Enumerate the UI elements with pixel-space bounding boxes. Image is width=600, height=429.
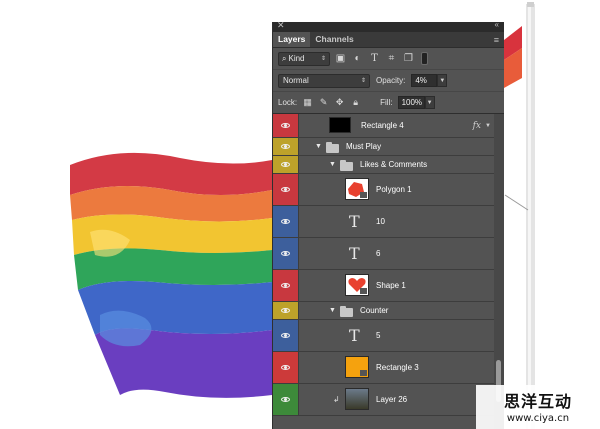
watermark: 思洋互动 www.ciya.cn	[476, 385, 600, 429]
layer-row-shape-1[interactable]: Shape 1	[273, 270, 495, 302]
layer-row-must-play[interactable]: ▼ Must Play	[273, 138, 495, 156]
layer-thumbnail	[329, 117, 351, 133]
type-layer-filter-icon[interactable]: T	[368, 52, 381, 65]
watermark-title: 思洋互动	[503, 392, 572, 411]
layer-row-likes-comments[interactable]: ▼ Likes & Comments	[273, 156, 495, 174]
expand-triangle-icon[interactable]: ▼	[329, 307, 336, 314]
folder-icon	[340, 306, 353, 317]
layer-row-text-10[interactable]: T 10	[273, 206, 495, 238]
layer-name[interactable]: 10	[376, 217, 385, 226]
visibility-eye-icon[interactable]	[273, 270, 299, 301]
pixel-layer-filter-icon[interactable]: ▣	[334, 52, 347, 65]
layer-row-text-6[interactable]: T 6	[273, 238, 495, 270]
layer-name[interactable]: Rectangle 4	[361, 121, 404, 130]
tab-channels[interactable]: Channels	[310, 32, 358, 47]
layer-thumbnail	[345, 178, 369, 200]
text-layer-icon: T	[349, 326, 360, 345]
visibility-eye-icon[interactable]	[273, 206, 299, 237]
tab-layers[interactable]: Layers	[273, 32, 311, 47]
layer-name[interactable]: 5	[376, 331, 380, 340]
text-layer-icon: T	[349, 244, 360, 263]
layers-scrollbar[interactable]	[494, 114, 504, 429]
chevron-down-icon[interactable]: ▼	[437, 74, 448, 87]
visibility-eye-icon[interactable]	[273, 384, 299, 415]
layer-row-polygon-1[interactable]: Polygon 1	[273, 174, 495, 206]
lock-transparent-pixels-icon[interactable]: ▦	[302, 97, 313, 108]
chevron-down-icon[interactable]: ▼	[485, 123, 491, 129]
chevron-updown-icon: ⇕	[320, 56, 326, 62]
panel-titlebar: ✕ «	[273, 20, 504, 32]
layer-name[interactable]: Polygon 1	[376, 185, 412, 194]
folder-icon	[340, 160, 353, 171]
layer-effects-icon[interactable]: fx	[473, 121, 481, 131]
group-name[interactable]: Must Play	[346, 142, 381, 151]
visibility-eye-icon[interactable]	[273, 174, 299, 205]
filter-kind-select[interactable]: ⌕ Kind ⇕	[278, 51, 330, 66]
layer-row-rectangle-3[interactable]: Rectangle 3	[273, 352, 495, 384]
heart-shape-icon	[348, 278, 367, 294]
expand-triangle-icon[interactable]: ▼	[315, 143, 322, 150]
group-name[interactable]: Counter	[360, 306, 388, 315]
search-icon: ⌕	[282, 53, 287, 63]
text-layer-icon: T	[349, 212, 360, 231]
lock-image-pixels-icon[interactable]: ✎	[318, 97, 329, 108]
opacity-label: Opacity:	[376, 76, 406, 85]
visibility-eye-icon[interactable]	[273, 238, 299, 269]
layer-name[interactable]: Shape 1	[376, 281, 406, 290]
lock-all-icon[interactable]: 🔒︎	[350, 97, 361, 108]
layers-panel: ✕ « Layers Channels ≡ ⌕ Kind ⇕ ▣ ◐ T ⌗ ❐…	[272, 20, 504, 429]
filter-kind-label: Kind	[288, 54, 305, 63]
opacity-input[interactable]: 4%	[411, 74, 438, 87]
expand-triangle-icon[interactable]: ▼	[329, 161, 336, 168]
layer-thumbnail	[345, 356, 369, 378]
visibility-eye-icon[interactable]	[273, 138, 299, 155]
visibility-eye-icon[interactable]	[273, 114, 299, 137]
layer-row-rectangle-4[interactable]: Rectangle 4 fx ▼	[273, 114, 495, 138]
filter-toggle[interactable]	[421, 52, 428, 65]
filter-row: ⌕ Kind ⇕ ▣ ◐ T ⌗ ❐	[273, 48, 504, 70]
layer-row-text-5[interactable]: T 5	[273, 320, 495, 352]
layer-name[interactable]: Layer 26	[376, 395, 407, 404]
shape-layer-filter-icon[interactable]: ⌗	[385, 52, 398, 65]
polygon-shape-icon	[348, 182, 367, 198]
lock-label: Lock:	[278, 98, 298, 107]
lock-row: Lock: ▦ ✎ ✥ 🔒︎ Fill: 100% ▼	[273, 92, 504, 114]
blend-mode-value: Normal	[283, 76, 309, 85]
visibility-eye-icon[interactable]	[273, 320, 299, 351]
visibility-eye-icon[interactable]	[273, 156, 299, 173]
fill-label: Fill:	[380, 98, 393, 107]
smart-object-filter-icon[interactable]: ❐	[402, 52, 415, 65]
fill-input[interactable]: 100%	[397, 96, 425, 109]
layer-row-counter[interactable]: ▼ Counter	[273, 302, 495, 320]
clipping-link-icon: ↲	[333, 395, 340, 404]
adjustment-layer-filter-icon[interactable]: ◐	[351, 52, 364, 65]
blend-mode-select[interactable]: Normal ⇕	[278, 73, 370, 88]
layer-thumbnail	[345, 388, 369, 410]
folder-icon	[326, 142, 339, 153]
panel-menu-icon[interactable]: ≡	[494, 35, 499, 45]
lock-position-icon[interactable]: ✥	[334, 97, 345, 108]
fill-control: 100% ▼	[397, 96, 435, 109]
panel-tabs: Layers Channels ≡	[273, 32, 504, 48]
collapse-icon[interactable]: «	[495, 20, 499, 29]
layer-name[interactable]: 6	[376, 249, 380, 258]
layer-thumbnail	[345, 274, 369, 296]
layers-list: Rectangle 4 fx ▼ ▼ Must Play ▼ Likes & C…	[273, 114, 495, 416]
visibility-eye-icon[interactable]	[273, 302, 299, 319]
opacity-control: 4% ▼	[411, 74, 448, 87]
group-name[interactable]: Likes & Comments	[360, 160, 427, 169]
rectangle-shape-icon	[360, 370, 367, 376]
visibility-eye-icon[interactable]	[273, 352, 299, 383]
layer-name[interactable]: Rectangle 3	[376, 363, 419, 372]
layer-row-layer-26[interactable]: ↲ Layer 26	[273, 384, 495, 416]
watermark-url: www.ciya.cn	[506, 413, 570, 424]
blend-row: Normal ⇕ Opacity: 4% ▼	[273, 70, 504, 92]
close-icon[interactable]: ✕	[277, 20, 285, 31]
chevron-updown-icon: ⇕	[360, 78, 366, 84]
chevron-down-icon[interactable]: ▼	[424, 96, 435, 109]
